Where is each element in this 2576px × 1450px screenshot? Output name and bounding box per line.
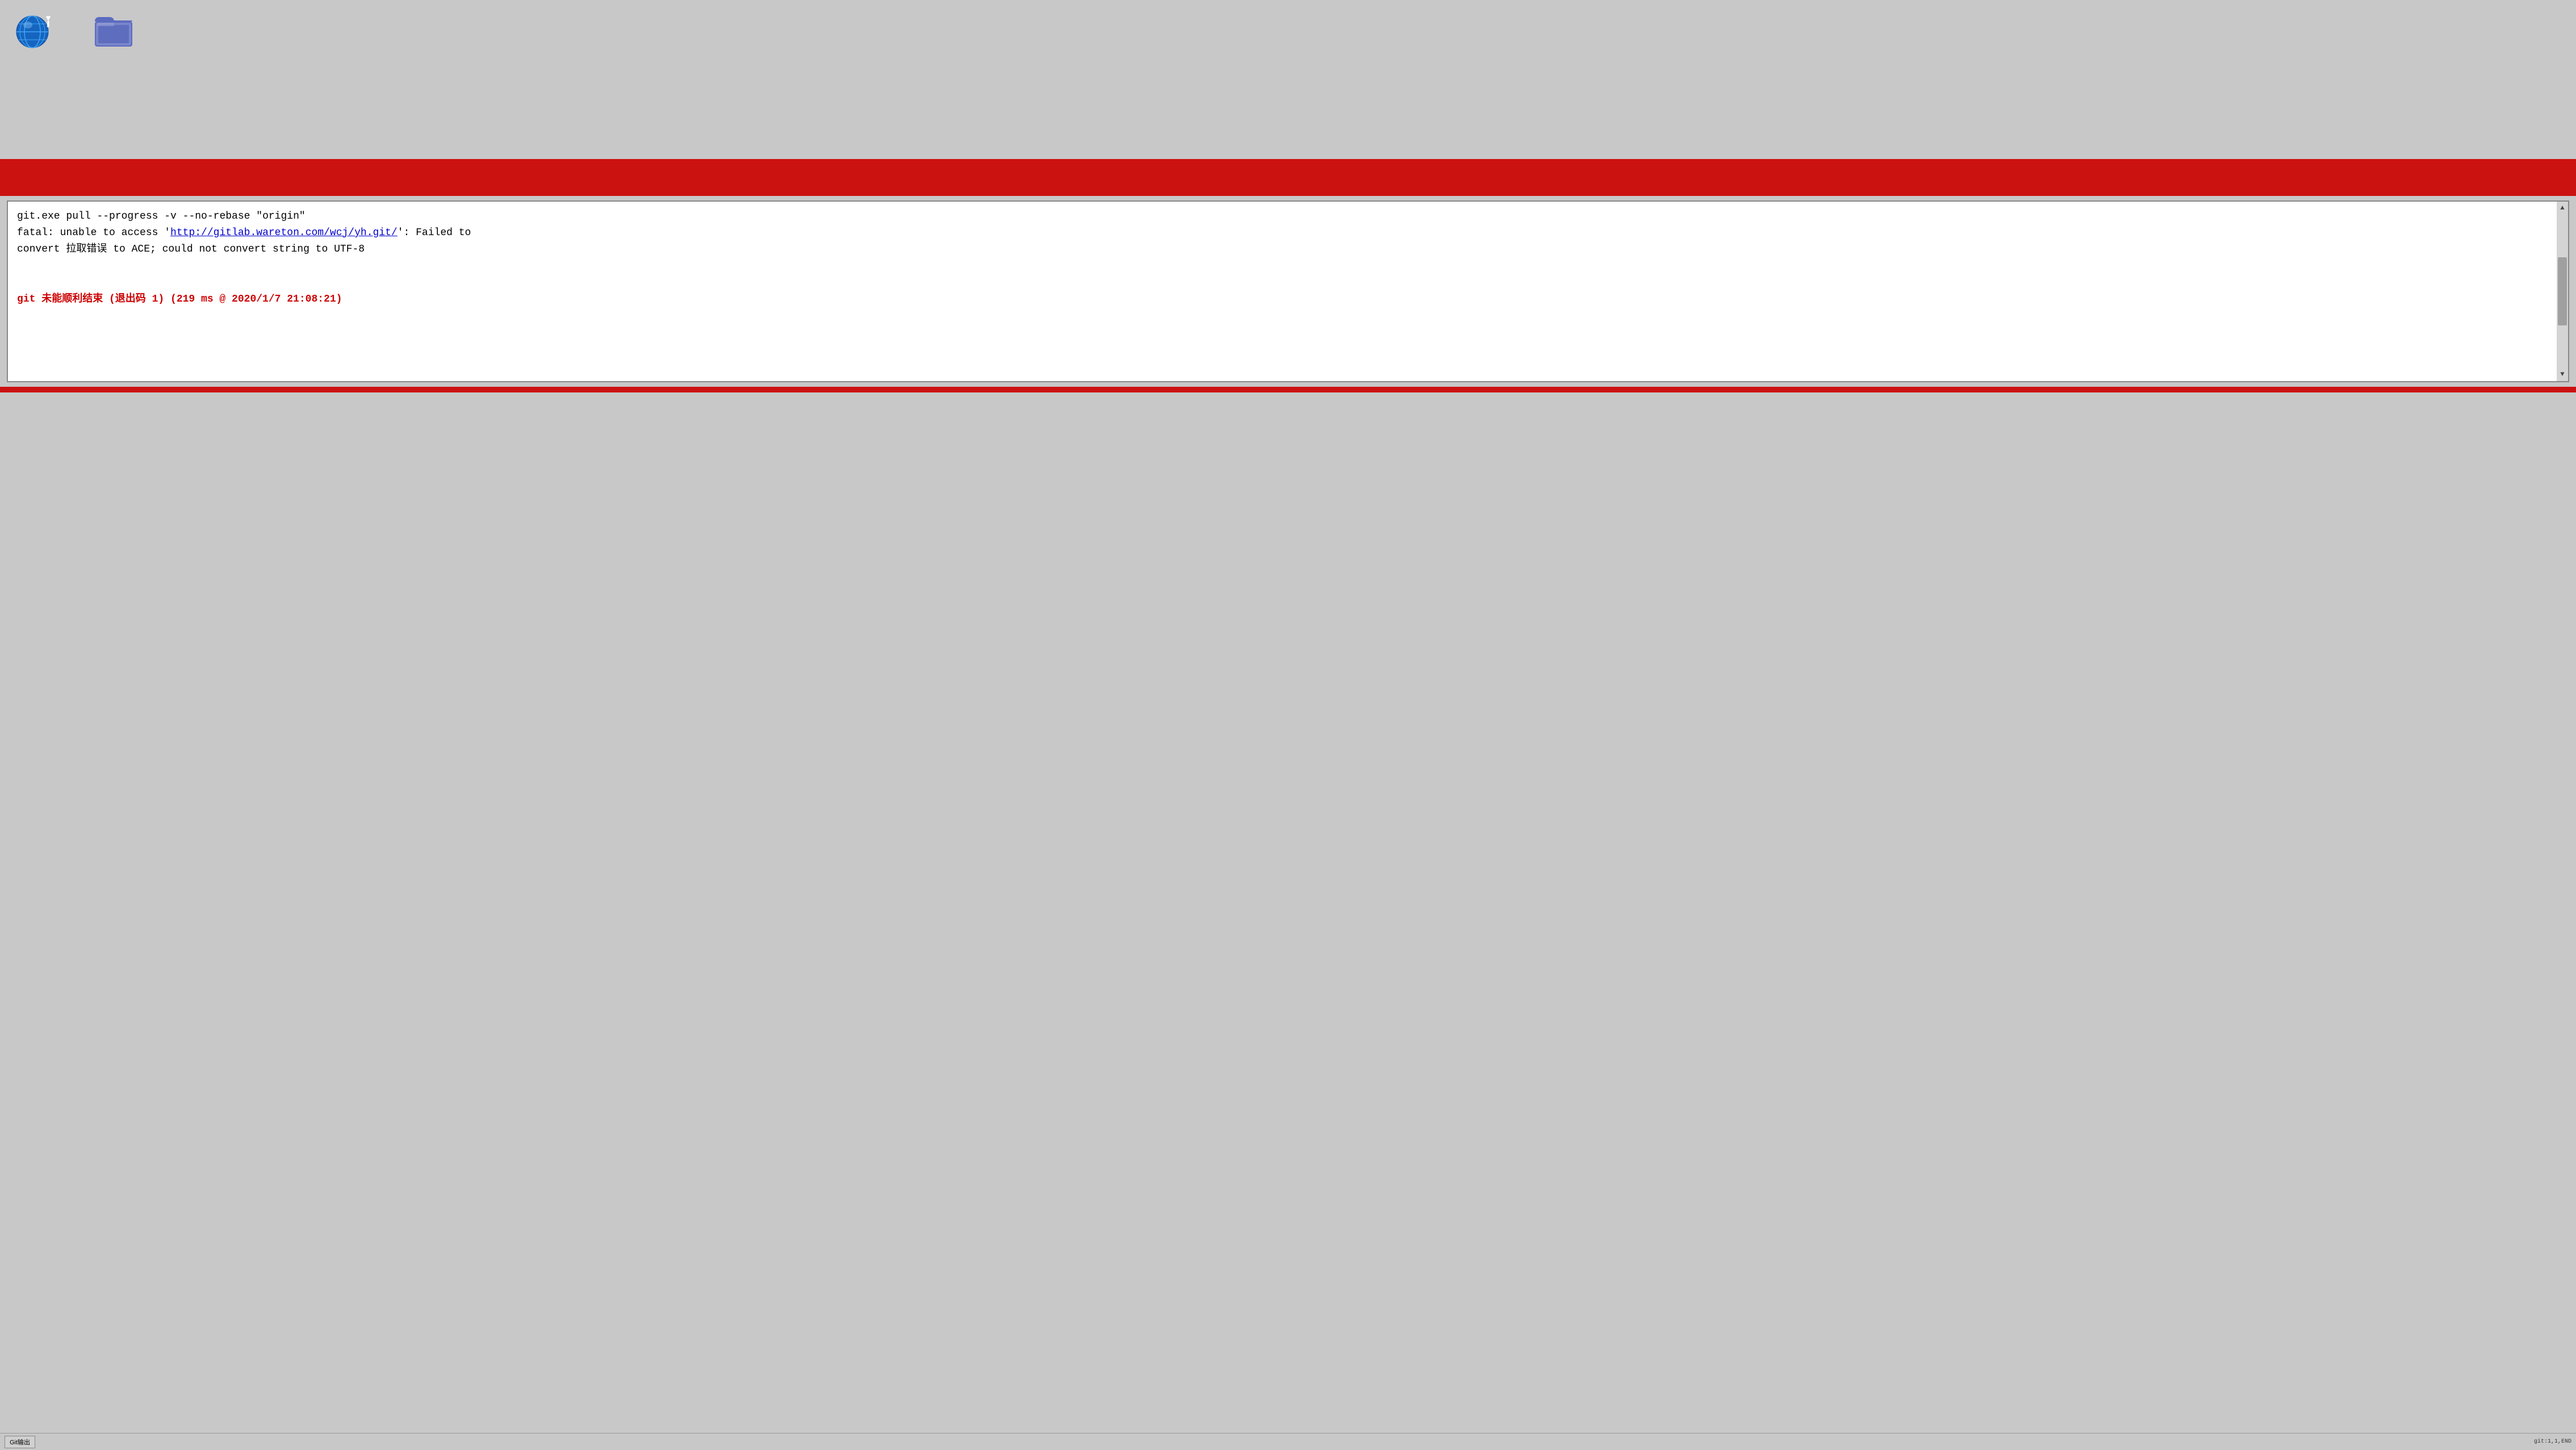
terminal-output-panel: git.exe pull --progress -v --no-rebase "… [7,200,2569,382]
red-progress-bar [0,159,2576,196]
bottom-red-bar [0,387,2576,392]
status-text: git:1,1,END [2534,1439,2571,1445]
terminal-line-3: convert 拉取错误 to ACE; could not convert s… [17,241,2559,258]
folder-icon [94,11,133,48]
gitlab-link[interactable]: http://gitlab.wareton.com/wcj/yh.git/ [170,227,398,239]
taskbar: Git输出 git:1,1,END [0,1433,2576,1450]
taskbar-button-1[interactable]: Git输出 [5,1436,35,1448]
desktop-area [0,0,2576,159]
scroll-down-arrow[interactable]: ▼ [2560,369,2564,380]
terminal-line-1: git.exe pull --progress -v --no-rebase "… [17,208,2559,225]
globe-desktop-icon[interactable] [11,11,57,51]
scrollbar-thumb[interactable] [2558,257,2567,325]
globe-icon [14,11,53,50]
terminal-error-line: git 未能顺利结束 (退出码 1) (219 ms @ 2020/1/7 21… [17,291,2559,308]
scroll-up-arrow[interactable]: ▲ [2560,203,2564,214]
terminal-line-2: fatal: unable to access 'http://gitlab.w… [17,225,2559,241]
folder-desktop-icon[interactable] [91,11,136,48]
terminal-scrollbar[interactable]: ▲ ▼ [2557,202,2568,381]
